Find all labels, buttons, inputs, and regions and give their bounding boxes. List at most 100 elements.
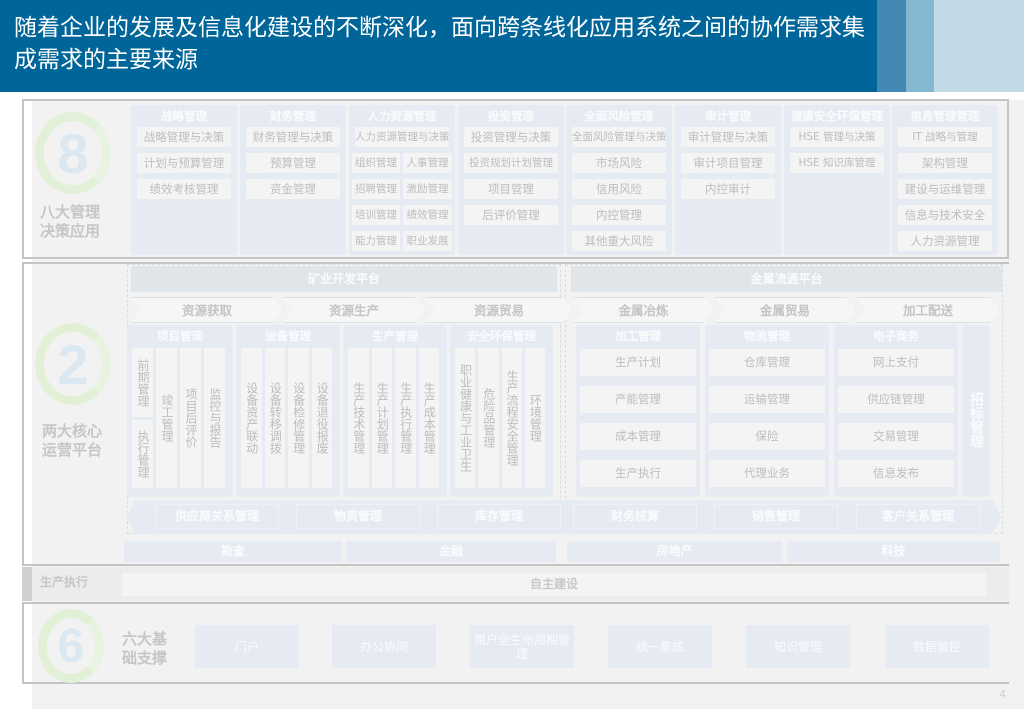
- module-cell: 设备检修管理: [288, 348, 309, 488]
- support-item: 数据管控: [885, 625, 989, 668]
- module-title: 人力资源管理: [367, 109, 437, 123]
- platform-metal: 金属流通平台: [571, 266, 1002, 292]
- module-item: 建设与运维管理: [898, 179, 992, 199]
- industry-block: 金融: [346, 541, 556, 562]
- shared-service: 客户关系管理: [856, 504, 980, 529]
- value-chain-step: 资源贸易: [425, 297, 573, 323]
- module-cell: 监控与报告: [204, 348, 225, 488]
- module-title: 设备管理: [265, 329, 311, 343]
- module-title: 项目管理: [157, 329, 203, 343]
- number-2-icon: 2: [35, 323, 111, 405]
- module-item: 绩效考核管理: [137, 179, 231, 199]
- support-item: 统一集成: [608, 625, 712, 668]
- shared-service: 物资管理: [296, 504, 420, 529]
- module-title: 全面风险管理: [584, 109, 654, 123]
- module-item: 仓库管理: [709, 349, 825, 376]
- module-item: 产能管理: [580, 386, 696, 413]
- module-item: 职业发展: [403, 231, 452, 251]
- module-cell: 职业健康与工业卫生: [455, 348, 476, 488]
- header-band: [877, 0, 906, 92]
- execution-marker: [22, 567, 32, 601]
- module-title: 财务管理: [270, 109, 316, 123]
- module-title: 加工管理: [615, 329, 661, 343]
- section-2-label: 两大核心运营平台: [42, 422, 103, 459]
- module-item: 招聘管理: [352, 179, 400, 199]
- module-item: 培训管理: [352, 205, 400, 225]
- module-cell: 设备转移调拨: [264, 348, 285, 488]
- module-item: 其他重大风险: [572, 231, 666, 251]
- module-item: 代理业务: [709, 460, 825, 487]
- section-6-label: 六大基础支撑: [122, 630, 168, 667]
- module-item: IT 战略与管理: [898, 127, 992, 147]
- value-chain-step: 资源获取: [131, 297, 283, 323]
- slide-title: 随着企业的发展及信息化建设的不断深化，面向跨条线化应用系统之间的协作需求集成需求…: [14, 15, 865, 73]
- support-item: 知识管理: [746, 625, 850, 668]
- number-8-icon: 8: [35, 112, 111, 194]
- module-item: 预算管理: [246, 153, 340, 173]
- module-title: 招标管理: [968, 392, 984, 448]
- module-cell: 环境管理: [524, 348, 545, 488]
- module-item: 架构管理: [898, 153, 992, 173]
- value-chain-step: 加工配送: [856, 297, 1000, 323]
- module-title: 物流管理: [744, 329, 790, 343]
- module-title: 电子商务: [873, 329, 919, 343]
- module-item: HSE 管理与决策: [790, 127, 884, 147]
- module-item: 生产执行: [580, 460, 696, 487]
- module-item: 信息发布: [838, 460, 954, 487]
- module-item: 投资规划计划管理: [464, 153, 558, 173]
- module-item: 成本管理: [580, 423, 696, 450]
- section-8-label: 八大管理决策应用: [40, 203, 101, 240]
- module-title: 健康安全环保管理: [791, 109, 883, 123]
- module-cell: 生产执行管理: [395, 348, 416, 488]
- platform-mining: 矿业开发平台: [131, 266, 557, 292]
- module-item: 内控审计: [681, 179, 775, 199]
- value-chain-step: 资源生产: [283, 297, 425, 323]
- module-item: 人力资源管理: [898, 231, 992, 251]
- module-cell: 生产流程安全管理: [501, 348, 522, 488]
- module-item: 供应链管理: [838, 386, 954, 413]
- execution-label: 生产执行: [40, 575, 89, 589]
- module-cell: 生产成本管理: [418, 348, 439, 488]
- support-item: 用户全生命周期管理: [470, 625, 574, 668]
- module-title: 信息管理管理: [910, 109, 980, 123]
- module-item: 内控管理: [572, 205, 666, 225]
- value-chain-step: 金属冶炼: [573, 297, 714, 323]
- module-title: 投资管理: [488, 109, 534, 123]
- industry-block: 勘查: [124, 541, 342, 562]
- support-item: 门户: [195, 625, 299, 668]
- module-item: 项目管理: [464, 179, 558, 199]
- module-cell: 生产技术管理: [348, 348, 369, 488]
- module-item: 人力资源管理与决策: [355, 127, 449, 147]
- value-chain-step: 金属贸易: [714, 297, 856, 323]
- module-item: 审计项目管理: [681, 153, 775, 173]
- module-cell: 项目后评价: [180, 348, 201, 488]
- module-item: 市场风险: [572, 153, 666, 173]
- module-cell: 执行管理: [132, 420, 153, 488]
- shared-service: 供应商关系管理: [155, 504, 279, 529]
- module-item: 战略管理与决策: [137, 127, 231, 147]
- number-6-icon: 6: [38, 609, 104, 683]
- shared-service: 库存管理: [437, 504, 561, 529]
- module-item: HSE 知识库管理: [790, 153, 884, 173]
- module-item: 人事管理: [403, 153, 452, 173]
- execution-value: 自主建设: [122, 573, 986, 596]
- shared-service: 销售管理: [714, 504, 838, 529]
- module-item: 生产计划: [580, 349, 696, 376]
- module-item: 信用风险: [572, 179, 666, 199]
- module-item: 财务管理与决策: [246, 127, 340, 147]
- module-item: 保险: [709, 423, 825, 450]
- module-item: 投资管理与决策: [464, 127, 558, 147]
- module-cell: 设备资产联动: [241, 348, 262, 488]
- module-item: 信息与技术安全: [898, 205, 992, 225]
- industry-block: 科技: [787, 541, 1000, 562]
- module-cell: 设备退役报废: [311, 348, 332, 488]
- module-cell: 前期管理: [132, 348, 153, 417]
- module-title: 生产管理: [372, 329, 418, 343]
- module-cell: 生产计划管理: [371, 348, 392, 488]
- module-item: 运输管理: [709, 386, 825, 413]
- module-item: 交易管理: [838, 423, 954, 450]
- module-cell: 危险品管理: [478, 348, 499, 488]
- module-item: 组织管理: [352, 153, 400, 173]
- module-cell: 竣工管理: [156, 348, 177, 488]
- module-item: 审计管理与决策: [681, 127, 775, 147]
